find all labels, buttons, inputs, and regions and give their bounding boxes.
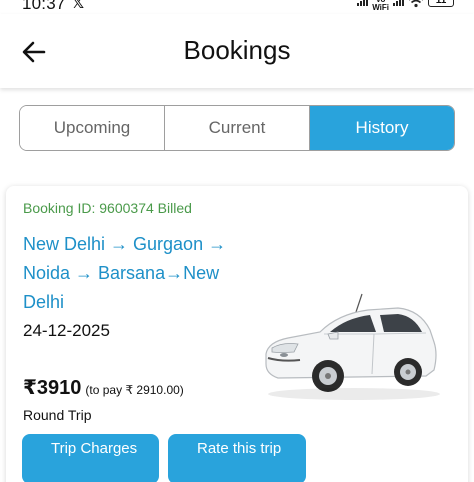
x-app-icon: 𝕏 [72, 0, 85, 12]
rate-trip-button[interactable]: Rate this trip [168, 434, 306, 482]
battery-icon: 11 [428, 0, 454, 7]
price-row: ₹3910 (to pay ₹ 2910.00) [23, 375, 184, 400]
signal-icon-2 [393, 0, 404, 6]
wifi-icon [409, 0, 423, 8]
booking-tabs: Upcoming Current History [19, 105, 455, 151]
tab-current[interactable]: Current [164, 106, 309, 150]
booking-route: New Delhi → Gurgaon → Noida → Barsana→Ne… [23, 234, 227, 312]
page-title: Bookings [183, 35, 291, 65]
vowifi-label: Vo WiFi [372, 0, 389, 12]
booking-date: 24-12-2025 [23, 321, 110, 340]
amount-to-pay: (to pay ₹ 2910.00) [85, 383, 184, 397]
trip-charges-button[interactable]: Trip Charges [22, 434, 159, 482]
status-bar: 10:37 𝕏 ••• Vo WiFi 11 [0, 0, 474, 14]
trip-type: Round Trip [23, 407, 92, 423]
status-indicators: Vo WiFi 11 [357, 0, 454, 12]
booking-card[interactable]: Booking ID: 9600374 Billed New Delhi → G… [6, 186, 468, 482]
tab-upcoming[interactable]: Upcoming [20, 106, 164, 150]
status-time: 10:37 [22, 0, 66, 13]
signal-icon [357, 0, 369, 6]
tab-history[interactable]: History [309, 106, 454, 150]
booking-price: ₹3910 [23, 377, 82, 399]
app-header: Bookings [0, 14, 474, 88]
more-notifications-icon: ••• [95, 0, 114, 7]
car-image [265, 293, 440, 400]
booking-id: Booking ID: 9600374 Billed [23, 200, 192, 216]
